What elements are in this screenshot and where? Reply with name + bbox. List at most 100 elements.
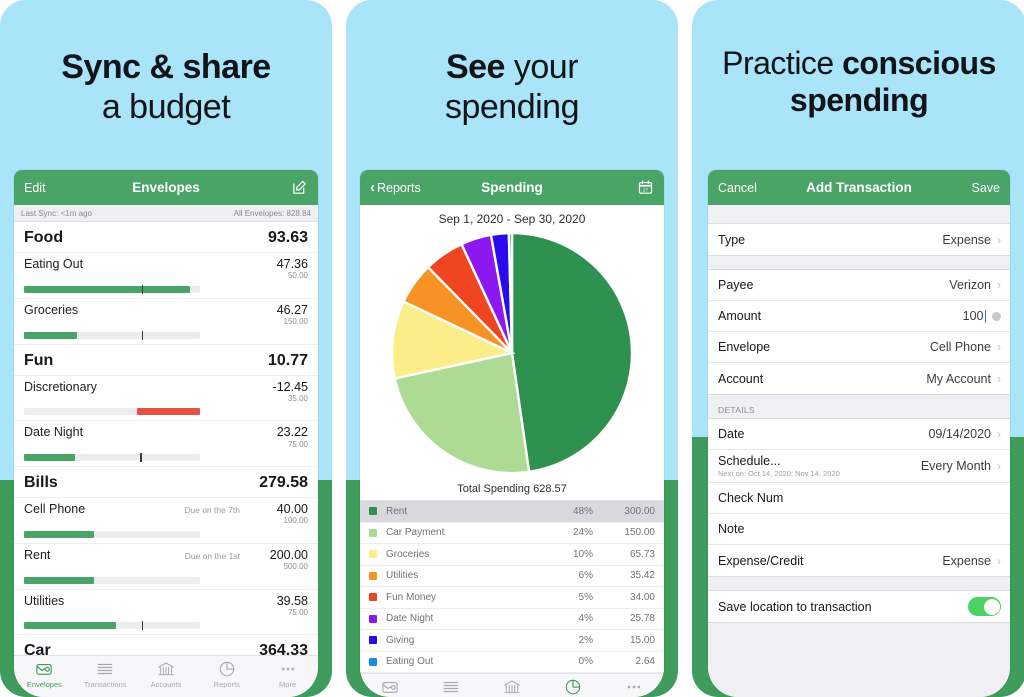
form-row-label: Expense/Credit xyxy=(718,553,804,568)
headline-line1-bold: See xyxy=(445,48,506,86)
form-row-value[interactable]: Expense xyxy=(942,554,991,568)
spending-legend[interactable]: Rent 48% 300.00 Car Payment 24% 150.00 Groceri… xyxy=(360,500,664,673)
progress-fill xyxy=(136,408,201,416)
form-row-schedule[interactable]: Schedule... Next on: Oct 14, 2020; Nov 14… xyxy=(708,450,1010,483)
envelope-row[interactable]: Groceries 46.27 150.00 xyxy=(14,299,318,345)
calendar-icon[interactable]: 27 xyxy=(637,179,654,196)
envelope-budget: 150.00 xyxy=(283,317,308,327)
chevron-right-icon: › xyxy=(997,371,1001,386)
legend-percent: 6% xyxy=(578,570,593,582)
legend-row[interactable]: Giving 2% 15.00 xyxy=(360,630,664,652)
envelope-row[interactable]: Utilities 39.58 75.00 xyxy=(14,590,318,636)
reports-icon xyxy=(218,660,236,678)
tab-reports[interactable]: Reports xyxy=(542,678,603,697)
form-row-value[interactable]: Cell Phone xyxy=(930,340,991,354)
cancel-button[interactable]: Cancel xyxy=(718,181,757,195)
headline-line2-bold: spending xyxy=(789,82,929,119)
form-group: Type Expense › xyxy=(708,223,1010,256)
envelope-balance: 47.36 xyxy=(276,257,308,271)
form-row-save-location-to-transaction[interactable]: Save location to transaction xyxy=(708,591,1010,622)
form-section-gap xyxy=(708,256,1010,269)
tab-envelopes[interactable]: Envelopes xyxy=(14,660,75,689)
clear-field-icon[interactable] xyxy=(992,311,1001,321)
chevron-right-icon: › xyxy=(997,340,1001,354)
tab-accounts[interactable]: Accounts xyxy=(136,660,197,689)
envelope-progress-bar xyxy=(24,330,201,340)
form-row-payee[interactable]: Payee Verizon › xyxy=(708,270,1010,301)
legend-amount: 2.64 xyxy=(635,656,655,668)
tab-transactions[interactable]: Transactions xyxy=(421,678,482,697)
legend-category-name: Rent xyxy=(386,505,408,517)
form-row-expense-credit[interactable]: Expense/Credit Expense › xyxy=(708,545,1010,576)
tab-accounts[interactable]: Accounts xyxy=(482,678,543,697)
legend-amount: 35.42 xyxy=(629,570,655,582)
form-row-value[interactable]: 09/14/2020 xyxy=(928,427,991,441)
form-row-value[interactable]: Every Month xyxy=(921,459,991,473)
save-location-toggle[interactable] xyxy=(968,597,1001,616)
tab-transactions[interactable]: Transactions xyxy=(75,660,136,689)
legend-row[interactable]: Car Payment 24% 150.00 xyxy=(360,523,664,544)
legend-row[interactable]: Rent 48% 300.00 xyxy=(360,501,664,523)
details-section-header: DETAILS xyxy=(708,395,1010,418)
group-name: Fun xyxy=(24,351,54,369)
form-row-label: Save location to transaction xyxy=(718,599,872,614)
form-row-value[interactable]: Verizon xyxy=(949,278,991,292)
form-row-date[interactable]: Date 09/14/2020 › xyxy=(708,419,1010,450)
legend-swatch xyxy=(369,528,377,537)
envelope-row[interactable]: Date Night 23.22 75.00 xyxy=(14,421,318,468)
headline-line1-bold: conscious xyxy=(842,45,996,81)
form-row-check-num[interactable]: Check Num xyxy=(708,483,1010,514)
envelope-group-header[interactable]: Car 364.33 xyxy=(14,635,318,655)
envelope-group-header[interactable]: Bills 279.58 xyxy=(14,467,318,499)
transactions-icon xyxy=(442,678,460,696)
legend-row[interactable]: Date Night 4% 25.78 xyxy=(360,609,664,630)
progress-fill xyxy=(24,622,116,630)
spending-pie-chart[interactable] xyxy=(360,228,664,480)
legend-row[interactable]: Groceries 10% 65.73 xyxy=(360,544,664,566)
envelope-group-header[interactable]: Food 93.63 xyxy=(14,222,318,253)
tab-bar[interactable]: EnvelopesTransactionsAccountsReportsMore xyxy=(360,673,664,697)
edit-button[interactable]: Edit xyxy=(24,181,46,195)
form-row-value[interactable]: Expense xyxy=(942,233,991,247)
form-row-type[interactable]: Type Expense › xyxy=(708,224,1010,255)
legend-row[interactable]: Utilities 6% 35.42 xyxy=(360,566,664,587)
envelope-row[interactable]: Discretionary -12.45 35.00 xyxy=(14,376,318,422)
form-row-value[interactable]: 100 xyxy=(963,309,984,323)
form-row-note[interactable]: Note xyxy=(708,514,1010,545)
legend-row[interactable]: Eating Out 0% 2.64 xyxy=(360,652,664,673)
envelope-row[interactable]: Rent Due on the 1st 200.00 500.00 xyxy=(14,544,318,590)
progress-tick-marker xyxy=(141,621,144,631)
compose-icon[interactable] xyxy=(291,179,308,196)
pie-slice-rent[interactable] xyxy=(510,231,634,474)
tab-bar[interactable]: EnvelopesTransactionsAccountsReportsMore xyxy=(14,655,318,697)
phone-mockup-spending: ‹ Reports Spending 27 Sep 1, 2020 - Sep … xyxy=(360,170,664,697)
envelope-budget: 75.00 xyxy=(287,439,308,449)
form-row-envelope[interactable]: Envelope Cell Phone › xyxy=(708,332,1010,363)
form-row-value[interactable]: My Account xyxy=(926,372,991,386)
navbar-title: Envelopes xyxy=(132,180,200,195)
back-to-reports-button[interactable]: ‹ Reports xyxy=(370,180,421,195)
envelope-balance: 40.00 xyxy=(276,502,308,517)
progress-tick-marker xyxy=(140,453,142,463)
envelope-due-label: Due on the 1st xyxy=(184,550,240,561)
tab-more[interactable]: More xyxy=(257,660,318,689)
form-row-account[interactable]: Account My Account › xyxy=(708,363,1010,394)
save-button[interactable]: Save xyxy=(972,181,1001,195)
form-row-amount[interactable]: Amount 100 xyxy=(708,301,1010,332)
date-range-label: Sep 1, 2020 - Sep 30, 2020 xyxy=(438,212,586,226)
form-row-label: Note xyxy=(718,522,745,536)
form-row-label: Payee xyxy=(718,278,754,292)
chevron-left-icon: ‹ xyxy=(370,179,375,196)
sync-status-bar: Last Sync: <1m ago All Envelopes: 828.84 xyxy=(14,205,318,222)
form-row-label: Date xyxy=(718,427,745,441)
legend-row[interactable]: Fun Money 5% 34.00 xyxy=(360,587,664,609)
envelope-row[interactable]: Eating Out 47.36 50.00 xyxy=(14,253,318,299)
envelope-budget: 100.00 xyxy=(283,516,308,526)
legend-swatch xyxy=(369,571,377,580)
tab-reports[interactable]: Reports xyxy=(196,660,257,689)
envelope-row[interactable]: Cell Phone Due on the 7th 40.00 100.00 xyxy=(14,498,318,544)
legend-swatch xyxy=(369,636,377,645)
add-transaction-form[interactable]: Type Expense › Payee Verizon › Amount 100 Envelo… xyxy=(708,205,1010,697)
envelope-group-header[interactable]: Fun 10.77 xyxy=(14,345,318,376)
envelope-list[interactable]: Food 93.63 Eating Out 47.36 50.00 Groceries 46… xyxy=(14,222,318,655)
